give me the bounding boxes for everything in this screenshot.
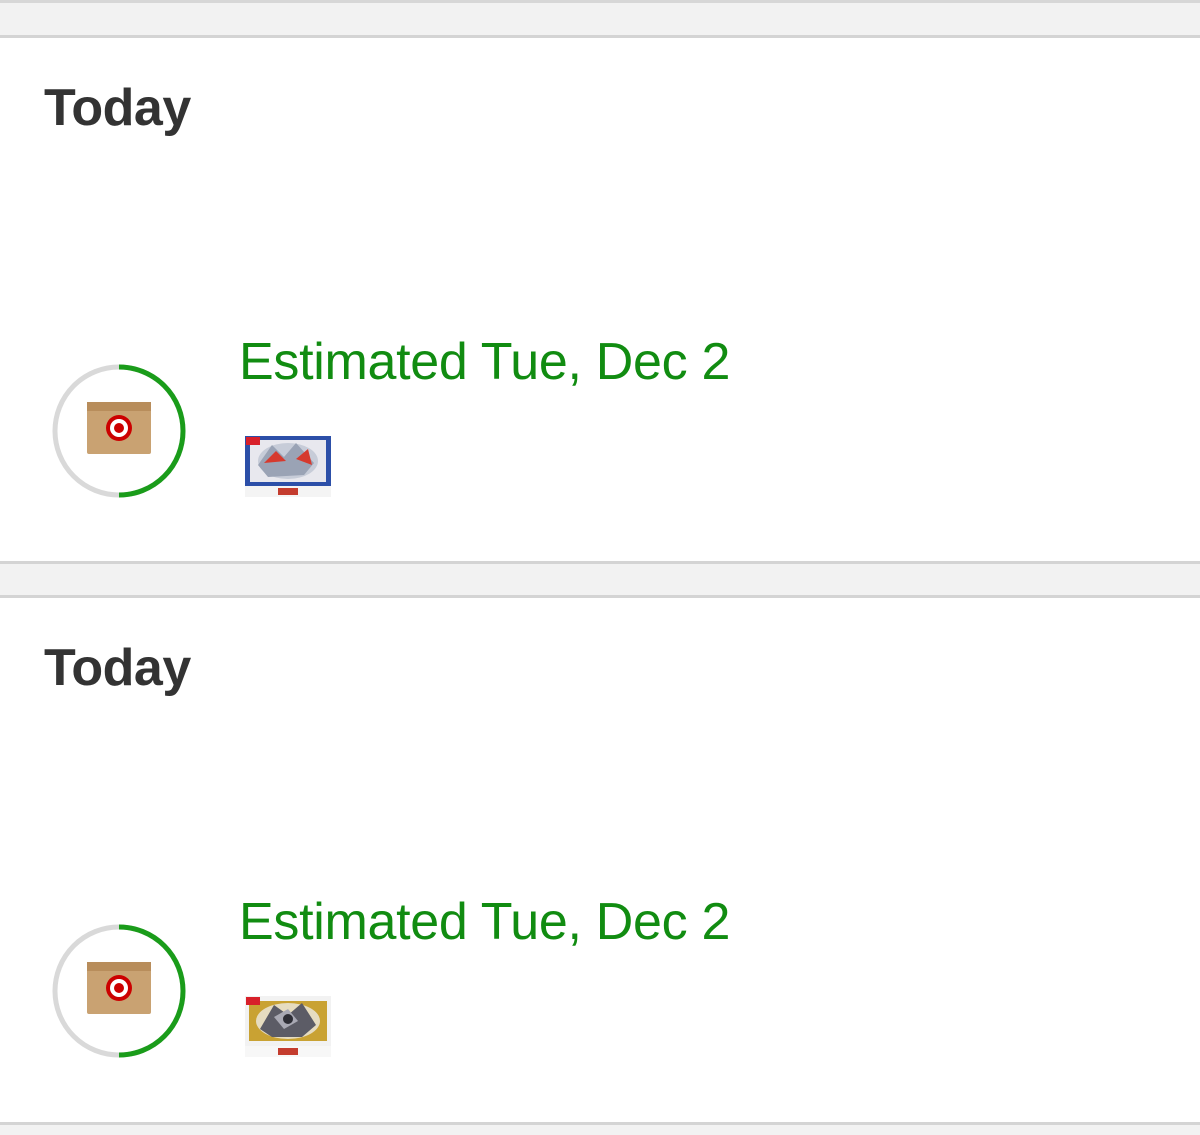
- orders-page: Today Estimated Tue, Dec 2 Today Estimat…: [0, 0, 1200, 1135]
- estimated-delivery-link[interactable]: Estimated Tue, Dec 2: [239, 332, 730, 392]
- target-package-icon: [87, 962, 151, 1014]
- delivery-progress-ring: [50, 922, 188, 1060]
- order-card[interactable]: Today Estimated Tue, Dec 2: [0, 595, 1200, 1125]
- day-heading: Today: [44, 639, 191, 697]
- target-package-icon: [87, 402, 151, 454]
- product-box-thumbnail[interactable]: [244, 435, 332, 499]
- order-card[interactable]: Today Estimated Tue, Dec 2: [0, 35, 1200, 564]
- delivery-progress-ring: [50, 362, 188, 500]
- top-divider: [0, 0, 1200, 36]
- section-gap: [0, 1125, 1200, 1135]
- product-box-thumbnail[interactable]: [244, 995, 332, 1059]
- day-heading: Today: [44, 79, 191, 137]
- estimated-delivery-link[interactable]: Estimated Tue, Dec 2: [239, 892, 730, 952]
- section-gap: [0, 564, 1200, 595]
